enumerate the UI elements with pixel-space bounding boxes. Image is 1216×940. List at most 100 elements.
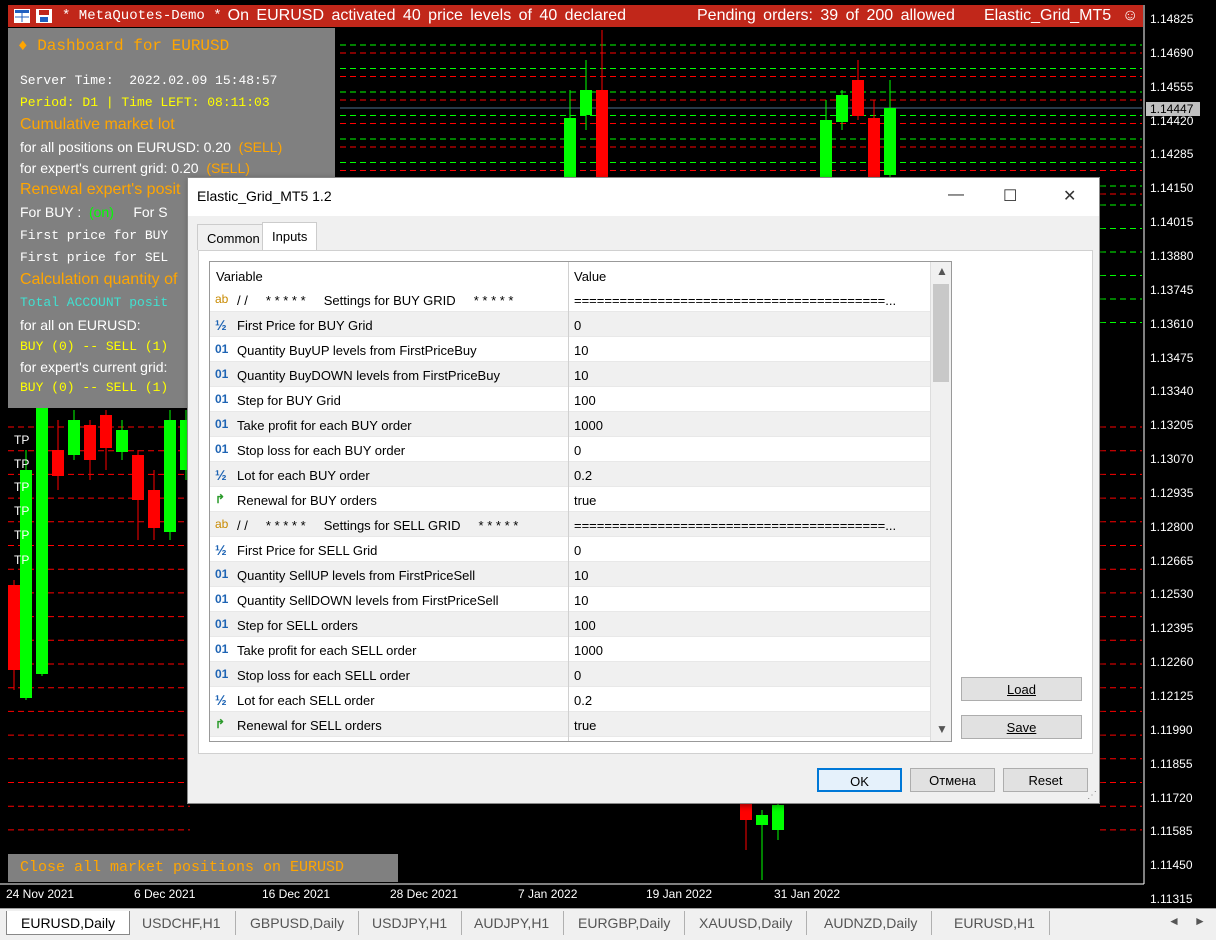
row-value[interactable]: ========================================… xyxy=(574,518,924,533)
ok-button[interactable]: OK xyxy=(817,768,902,792)
row-value[interactable]: 1000 xyxy=(574,418,924,433)
table-row[interactable]: 01 Stop loss for each SELL order 0 xyxy=(210,662,930,687)
price-label: 1.14825 xyxy=(1150,12,1194,26)
table-row[interactable]: 01 Take profit for each BUY order 1000 xyxy=(210,412,930,437)
table-row[interactable]: ½ First Price for SELL Grid 0 xyxy=(210,537,930,562)
tab-eurgbp-daily[interactable]: EURGBP,Daily xyxy=(564,911,686,935)
for-all-eurusd: for all on EURUSD: xyxy=(20,317,141,333)
row-value[interactable]: 10 xyxy=(574,593,924,608)
tab-usdchf-h1[interactable]: USDCHF,H1 xyxy=(128,911,236,935)
candle-body xyxy=(52,450,64,476)
load-label: Load xyxy=(1007,682,1036,697)
price-label: 1.11855 xyxy=(1150,756,1193,771)
table-row[interactable]: 01 Step for BUY Grid 100 xyxy=(210,387,930,412)
row-value[interactable]: 0.2 xyxy=(574,693,924,708)
all-positions-label: for all positions on EURUSD: 0.20 xyxy=(20,139,231,155)
price-label: 1.14555 xyxy=(1150,79,1194,94)
table-row[interactable]: 01 Stop loss for each BUY order 0 xyxy=(210,437,930,462)
tp-label: TP xyxy=(14,528,30,542)
table-row[interactable]: 01 Take profit for each SELL order 1000 xyxy=(210,637,930,662)
row-variable: Lot for each SELL order xyxy=(237,693,375,708)
pending-orders: Pending orders: 39 of 200 allowed xyxy=(697,7,955,24)
integer-icon: 01 xyxy=(215,342,229,356)
minimize-button[interactable]: — xyxy=(948,186,964,204)
row-value[interactable]: 0.2 xyxy=(574,468,924,483)
row-value[interactable]: 10 xyxy=(574,343,924,358)
table-row[interactable]: 01 Step for SELL orders 100 xyxy=(210,612,930,637)
table-row[interactable]: ab / / * * * * * Settings for SELL GRID *… xyxy=(210,512,930,537)
row-value[interactable]: 0 xyxy=(574,543,924,558)
chart-tabs: EURUSD,Daily USDCHF,H1 GBPUSD,Daily USDJ… xyxy=(0,908,1216,940)
candle-body xyxy=(84,425,96,460)
maximize-button[interactable]: ☐ xyxy=(1003,186,1017,206)
table-row[interactable]: 01 Quantity SellDOWN levels from FirstPri… xyxy=(210,587,930,612)
row-value[interactable]: 10 xyxy=(574,368,924,383)
tab-audjpy-h1[interactable]: AUDJPY,H1 xyxy=(460,911,565,935)
scroll-up-icon[interactable]: ▲ xyxy=(936,264,948,278)
price-label: 1.13745 xyxy=(1150,282,1194,297)
table-row[interactable]: ½ First Price for BUY Grid 0 xyxy=(210,312,930,337)
row-value[interactable]: 0 xyxy=(574,443,924,458)
row-value[interactable]: ========================================… xyxy=(574,293,924,308)
table-row[interactable]: ↱ Renewal for BUY orders true xyxy=(210,487,930,512)
row-value[interactable]: 1000 xyxy=(574,643,924,658)
row-value[interactable]: 100 xyxy=(574,393,924,408)
save-button[interactable]: Save xyxy=(961,715,1082,739)
scroll-thumb[interactable] xyxy=(933,284,949,382)
table-row[interactable]: ab / / * * * * * Settings for BUY GRID * … xyxy=(210,287,930,312)
tab-common[interactable]: Common xyxy=(197,224,270,250)
price-label: 1.11450 xyxy=(1150,858,1193,873)
table-row[interactable]: 01 Quantity BuyUP levels from FirstPriceB… xyxy=(210,337,930,362)
reset-button[interactable]: Reset xyxy=(1003,768,1088,792)
cancel-button[interactable]: Отмена xyxy=(910,768,995,792)
close-button[interactable]: ✕ xyxy=(1063,186,1076,206)
resize-grip-icon[interactable]: ⋰ xyxy=(1087,790,1097,801)
row-value[interactable]: true xyxy=(574,493,924,508)
row-variable: Quantity SellUP levels from FirstPriceSe… xyxy=(237,568,476,583)
tab-scroll-right-icon[interactable]: ► xyxy=(1194,914,1206,928)
double-icon: ½ xyxy=(215,317,227,333)
row-variable: Lot for each BUY order xyxy=(237,468,370,483)
tab-eurusd-h1[interactable]: EURUSD,H1 xyxy=(940,911,1050,935)
table-row[interactable]: ↱ Renewal for SELL orders true xyxy=(210,712,930,737)
activation-message: On EURUSD activated 40 price levels of 4… xyxy=(227,7,627,24)
row-value[interactable]: 0 xyxy=(574,668,924,683)
inputs-table[interactable]: Variable Value ab / / * * * * * Settings … xyxy=(209,261,952,742)
integer-icon: 01 xyxy=(215,442,229,456)
first-price-sell: First price for SEL xyxy=(20,250,169,265)
for-buy-row: For BUY : (on) For S xyxy=(20,204,168,220)
date-label: 7 Jan 2022 xyxy=(518,887,578,901)
double-icon: ½ xyxy=(215,467,227,483)
dialog-titlebar[interactable]: Elastic_Grid_MT5 1.2 — ☐ ✕ xyxy=(188,178,1099,216)
smiley-icon: ☺ xyxy=(1122,7,1139,24)
tab-usdjpy-h1[interactable]: USDJPY,H1 xyxy=(358,911,463,935)
tab-scroll-left-icon[interactable]: ◄ xyxy=(1168,914,1180,928)
scroll-down-icon[interactable]: ▼ xyxy=(936,722,948,736)
row-variable: Take profit for each BUY order xyxy=(237,418,412,433)
close-all-button[interactable]: Close all market positions on EURUSD xyxy=(8,854,398,882)
price-label: 1.14690 xyxy=(1150,45,1194,60)
vertical-scrollbar[interactable]: ▲ ▼ xyxy=(930,262,951,741)
load-button[interactable]: Load xyxy=(961,677,1082,701)
row-value[interactable]: 100 xyxy=(574,618,924,633)
expert-grid-row: for expert's current grid: 0.20 (SELL) xyxy=(20,160,250,176)
tab-audnzd-daily[interactable]: AUDNZD,Daily xyxy=(810,911,933,935)
tab-inputs[interactable]: Inputs xyxy=(262,222,318,251)
renewal-label: Renewal expert's posit xyxy=(20,181,181,198)
row-value[interactable]: 10 xyxy=(574,568,924,583)
table-row[interactable]: 01 Quantity BuyDOWN levels from FirstPric… xyxy=(210,362,930,387)
column-variable[interactable]: Variable xyxy=(216,269,263,284)
column-value[interactable]: Value xyxy=(574,269,606,284)
price-label: 1.13340 xyxy=(1150,384,1194,399)
expert-grid-label: for expert's current grid: 0.20 xyxy=(20,160,199,176)
tab-xauusd-daily[interactable]: XAUUSD,Daily xyxy=(685,911,808,935)
table-row[interactable]: ½ Lot for each BUY order 0.2 xyxy=(210,462,930,487)
row-value[interactable]: true xyxy=(574,718,924,733)
table-row[interactable]: ½ Lot for each SELL order 0.2 xyxy=(210,687,930,712)
table-row[interactable]: 01 Quantity SellUP levels from FirstPrice… xyxy=(210,562,930,587)
tab-eurusd-daily[interactable]: EURUSD,Daily xyxy=(6,911,131,935)
tab-gbpusd-daily[interactable]: GBPUSD,Daily xyxy=(236,911,360,935)
price-label: 1.14150 xyxy=(1150,181,1194,196)
row-value[interactable]: 0 xyxy=(574,318,924,333)
row-variable: Step for SELL orders xyxy=(237,618,358,633)
